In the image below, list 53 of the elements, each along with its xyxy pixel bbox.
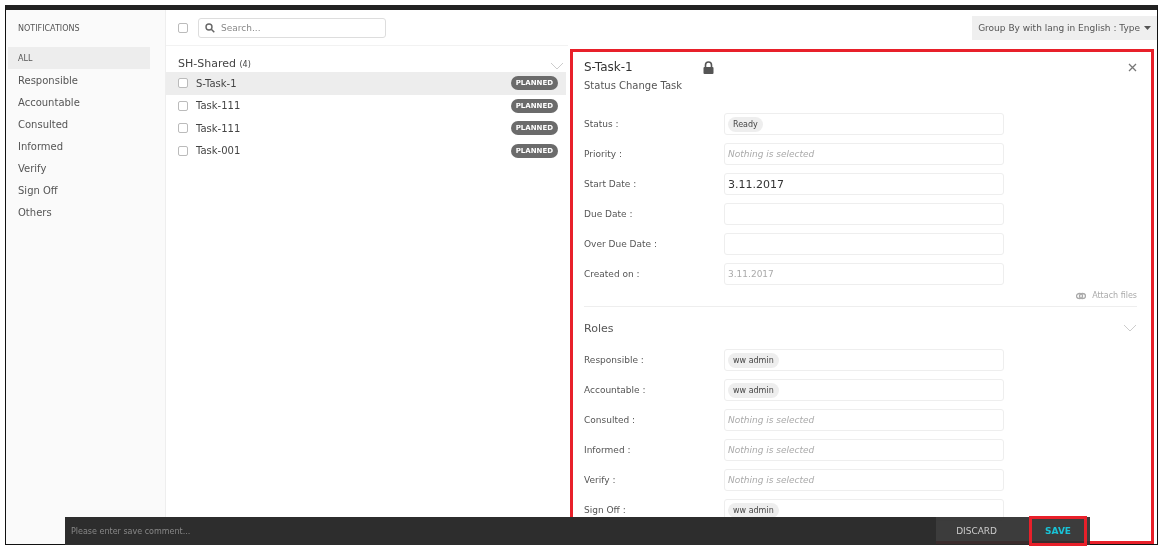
- sidebar-item[interactable]: Informed: [8, 135, 150, 157]
- search-field[interactable]: Search...: [198, 17, 386, 38]
- field-label: Start Date :: [584, 179, 638, 189]
- field-label: Accountable :: [584, 385, 647, 395]
- checkbox[interactable]: [178, 100, 188, 111]
- sidebar-item[interactable]: Verify: [8, 157, 150, 179]
- comment-field[interactable]: Please enter save comment...: [65, 517, 937, 545]
- value-chip: ww admin: [728, 382, 779, 398]
- field-label: Status :: [584, 119, 620, 129]
- caret-icon: [1144, 26, 1151, 30]
- paperclip-icon: [1076, 291, 1087, 300]
- group-by-dropdown[interactable]: Group By with lang in English : Type: [972, 16, 1157, 40]
- sidebar-item[interactable]: Consulted: [8, 113, 150, 135]
- field-label: Responsible :: [584, 355, 645, 365]
- chevron-icon[interactable]: [550, 62, 564, 70]
- task-name: Task-001: [196, 145, 242, 157]
- sidebar-item[interactable]: Accountable: [8, 91, 150, 113]
- task-name: Task-111: [196, 100, 242, 112]
- value-chip: Ready: [728, 116, 763, 132]
- field-label: Consulted :: [584, 415, 637, 425]
- value-chip: ww admin: [728, 502, 779, 518]
- search-icon: [205, 22, 215, 33]
- field-label: Sign Off :: [584, 505, 627, 515]
- sidebar-item[interactable]: Sign Off: [8, 179, 150, 201]
- checkbox[interactable]: [178, 78, 188, 89]
- discard-button[interactable]: DISCARD: [936, 519, 1018, 543]
- select-field[interactable]: ww admin: [724, 379, 1004, 401]
- sidebar-item[interactable]: ALL: [8, 47, 150, 69]
- task-name: S-Task-1: [196, 77, 238, 89]
- close-icon[interactable]: [1128, 62, 1137, 72]
- sidebar-item[interactable]: Responsible: [8, 69, 150, 91]
- sidebar-title: NOTIFICATIONS: [17, 23, 81, 35]
- save-button[interactable]: SAVE: [1029, 516, 1087, 546]
- select-field[interactable]: ww admin: [724, 349, 1004, 371]
- detail-title: S-Task-1: [584, 60, 633, 74]
- checkbox[interactable]: [178, 22, 188, 33]
- input-field[interactable]: 3.11.2017: [724, 173, 1004, 195]
- value-chip: ww admin: [728, 352, 779, 368]
- field-label: Informed :: [584, 445, 632, 455]
- field-label: Created on :: [584, 269, 641, 279]
- field-label: Priority :: [584, 149, 623, 159]
- sidebar-item[interactable]: Others: [8, 201, 150, 223]
- group-title: SH-Shared (4): [178, 57, 251, 70]
- collapse-icon[interactable]: [1123, 324, 1137, 332]
- checkbox[interactable]: [178, 145, 188, 156]
- section-title: Roles: [584, 321, 614, 335]
- field-label: Verify :: [584, 475, 617, 485]
- task-name: Task-111: [196, 122, 242, 134]
- checkbox[interactable]: [178, 123, 188, 134]
- detail-subtitle: Status Change Task: [584, 80, 684, 91]
- select-field[interactable]: Ready: [724, 113, 1004, 135]
- field-label: Due Date :: [584, 209, 634, 219]
- field-label: Over Due Date :: [584, 239, 658, 249]
